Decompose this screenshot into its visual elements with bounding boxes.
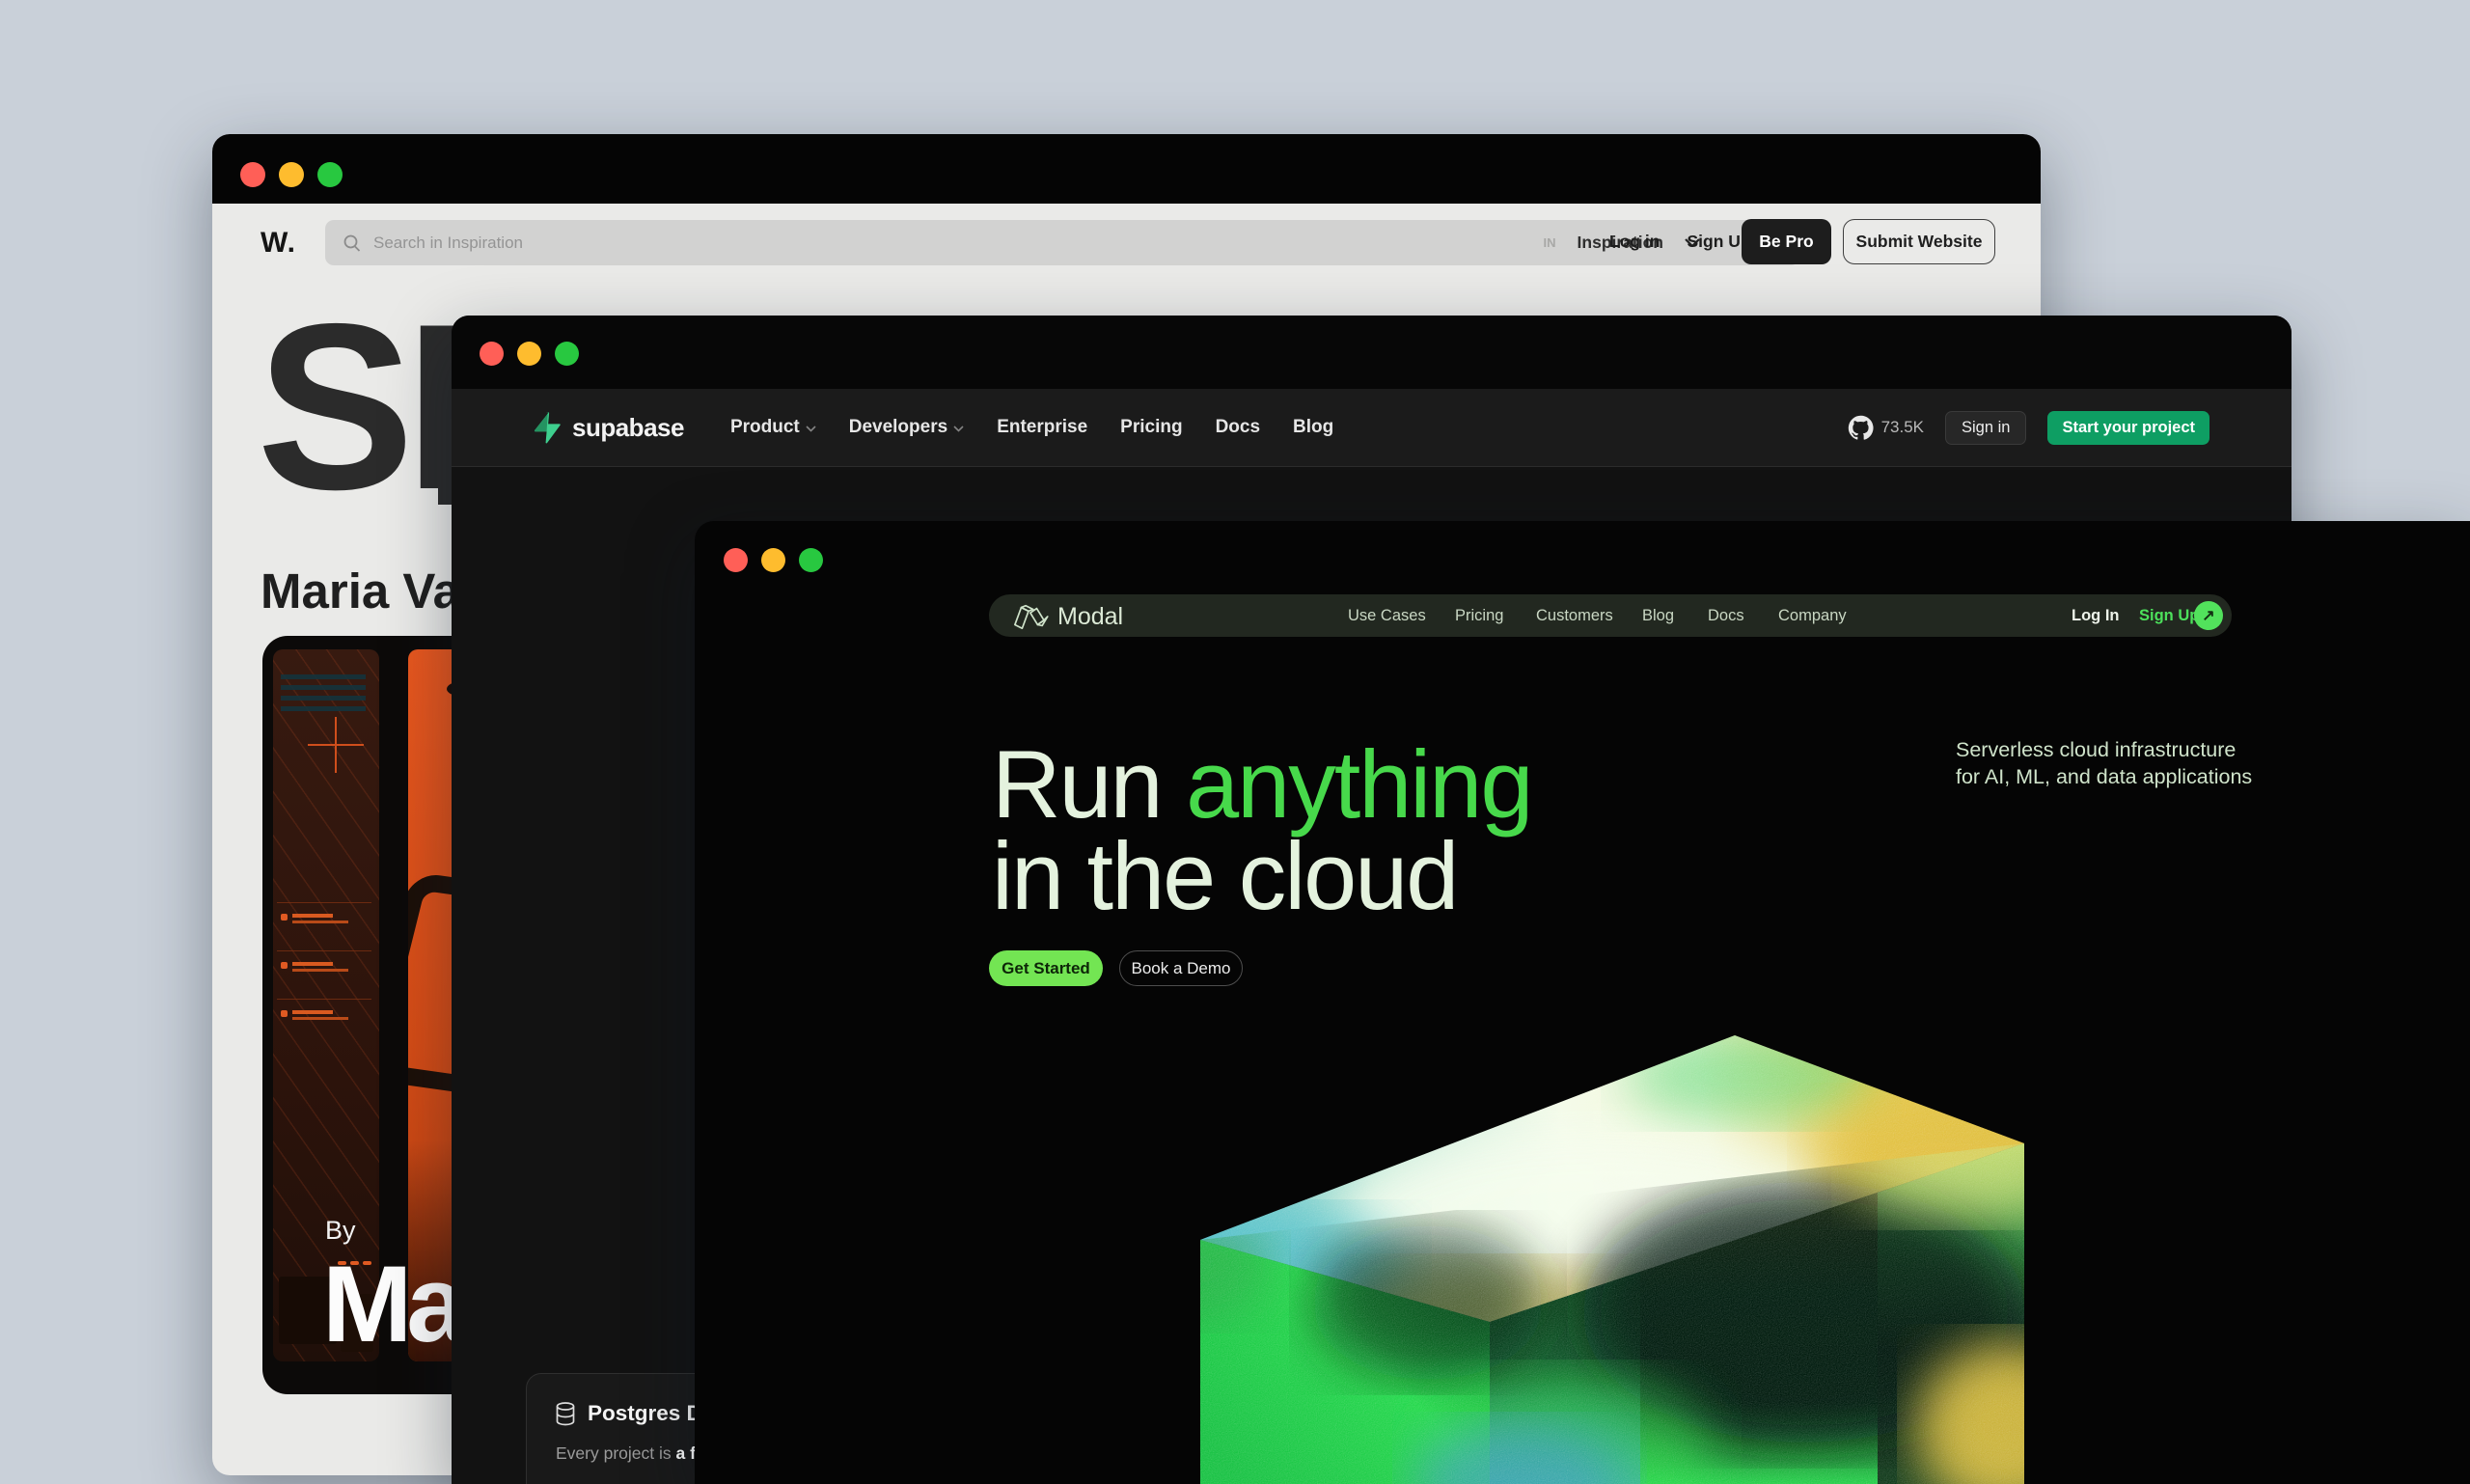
- login-link[interactable]: Log In: [2072, 607, 2119, 625]
- close-traffic-light[interactable]: [724, 548, 748, 572]
- arrow-up-right-icon: ↗: [2202, 608, 2215, 624]
- nav-pricing[interactable]: Pricing: [1120, 417, 1182, 438]
- minimize-traffic-light[interactable]: [761, 548, 785, 572]
- nav-product[interactable]: Product: [730, 417, 816, 438]
- nav-docs[interactable]: Docs: [1216, 417, 1260, 438]
- artwork-big-text: Ma: [322, 1244, 467, 1364]
- modal-logo[interactable]: Modal: [1008, 601, 1123, 632]
- search-input[interactable]: [371, 232, 912, 254]
- get-started-button[interactable]: Get Started: [989, 950, 1103, 986]
- maximize-traffic-light[interactable]: [799, 548, 823, 572]
- submit-website-button[interactable]: Submit Website: [1843, 219, 1995, 264]
- database-icon: [556, 1401, 575, 1425]
- signup-link[interactable]: Sign Up: [2139, 607, 2199, 625]
- github-icon: [1848, 415, 1874, 440]
- nav-blog[interactable]: Blog: [1642, 607, 1674, 625]
- hero-cube-illustration: [1200, 1035, 2024, 1484]
- nav-enterprise[interactable]: Enterprise: [997, 417, 1087, 438]
- hero-heading: Run anything in the cloud: [992, 730, 1533, 929]
- supabase-navbar: supabase Product Developers Enterprise P…: [452, 389, 2292, 467]
- hero-tagline: Serverless cloud infrastructure for AI, …: [1956, 738, 2253, 788]
- minimize-traffic-light[interactable]: [517, 342, 541, 366]
- window-titlebar: [212, 134, 2041, 204]
- in-label: IN: [1543, 235, 1556, 250]
- page-title: SI: [257, 274, 471, 538]
- nav-pricing[interactable]: Pricing: [1455, 607, 1503, 625]
- sign-in-button[interactable]: Sign in: [1945, 410, 2027, 445]
- modal-window: Modal Use Cases Pricing Customers Blog D…: [695, 521, 2470, 1484]
- modal-navbar: Modal Use Cases Pricing Customers Blog D…: [989, 594, 2232, 637]
- chevron-down-icon: [953, 426, 964, 432]
- be-pro-button[interactable]: Be Pro: [1742, 219, 1831, 264]
- close-traffic-light[interactable]: [480, 342, 504, 366]
- nav-developers[interactable]: Developers: [849, 417, 964, 438]
- nav-use-cases[interactable]: Use Cases: [1348, 607, 1426, 625]
- maximize-traffic-light[interactable]: [317, 162, 343, 187]
- close-traffic-light[interactable]: [240, 162, 265, 187]
- window-titlebar: [452, 316, 2292, 389]
- chevron-down-icon: [806, 426, 816, 432]
- nav-company[interactable]: Company: [1778, 607, 1847, 625]
- supabase-bolt-icon: [534, 412, 561, 444]
- nav-docs[interactable]: Docs: [1708, 607, 1744, 625]
- desktop: W. IN Inspiration Log in Sign Up Be Pro …: [0, 0, 2470, 1484]
- maximize-traffic-light[interactable]: [555, 342, 579, 366]
- supabase-logo[interactable]: supabase: [531, 411, 684, 444]
- site-logo[interactable]: W.: [261, 227, 296, 260]
- signup-arrow-button[interactable]: ↗: [2194, 601, 2223, 630]
- search-icon: [343, 234, 361, 252]
- modal-logo-icon: [1014, 604, 1049, 630]
- search-bar[interactable]: IN Inspiration: [325, 220, 1799, 265]
- nav-customers[interactable]: Customers: [1536, 607, 1613, 625]
- book-demo-button[interactable]: Book a Demo: [1119, 950, 1243, 986]
- login-link[interactable]: Log in: [1609, 232, 1660, 252]
- nav-blog[interactable]: Blog: [1293, 417, 1333, 438]
- github-stars[interactable]: 73.5K: [1848, 415, 1924, 441]
- start-project-button[interactable]: Start your project: [2047, 410, 2209, 445]
- minimize-traffic-light[interactable]: [279, 162, 304, 187]
